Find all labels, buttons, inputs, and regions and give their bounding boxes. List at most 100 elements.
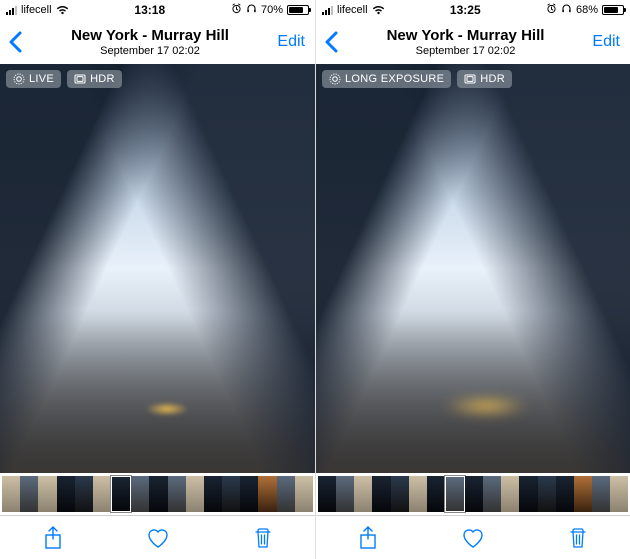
thumbnail[interactable]: [38, 476, 56, 512]
status-left: lifecell: [322, 4, 385, 16]
thumbnail[interactable]: [277, 476, 295, 512]
nav-bar: New York - Murray Hill September 17 02:0…: [0, 20, 315, 64]
hdr-badge[interactable]: HDR: [457, 70, 512, 88]
thumbnail[interactable]: [168, 476, 186, 512]
thumbnail[interactable]: [610, 476, 628, 512]
thumbnail[interactable]: [574, 476, 592, 512]
thumbnail[interactable]: [131, 476, 149, 512]
thumbnail[interactable]: [318, 476, 336, 512]
thumbnail[interactable]: [258, 476, 276, 512]
live-icon: [13, 73, 25, 85]
edit-button[interactable]: Edit: [592, 20, 620, 64]
toolbar: [316, 515, 630, 559]
favorite-button[interactable]: [453, 518, 493, 558]
carrier-label: lifecell: [337, 4, 368, 16]
headphones-icon: [561, 3, 572, 17]
thumbnail[interactable]: [391, 476, 409, 512]
thumbnails: [2, 476, 313, 512]
thumbnail-strip[interactable]: [0, 473, 315, 515]
status-bar: lifecell 13:18 70%: [0, 0, 315, 20]
thumbnail[interactable]: [57, 476, 75, 512]
alarm-icon: [546, 3, 557, 17]
thumbnail[interactable]: [556, 476, 574, 512]
favorite-button[interactable]: [138, 518, 178, 558]
live-icon: [329, 73, 341, 85]
long-exposure-badge[interactable]: LONG EXPOSURE: [322, 70, 451, 88]
thumbnail[interactable]: [427, 476, 445, 512]
photo: [316, 64, 630, 473]
carrier-label: lifecell: [21, 4, 52, 16]
clock: 13:25: [385, 3, 546, 17]
clock: 13:18: [69, 3, 231, 17]
nav-title: New York - Murray Hill: [40, 27, 260, 44]
status-right: 70%: [231, 3, 309, 17]
thumbnail[interactable]: [295, 476, 313, 512]
signal-icon: [6, 5, 17, 15]
photo-badges: LONG EXPOSURE HDR: [322, 70, 512, 88]
thumbnail[interactable]: [75, 476, 93, 512]
thumbnail-selected[interactable]: [445, 476, 465, 512]
live-badge-label: LIVE: [29, 73, 54, 85]
photo: [0, 64, 315, 473]
photo-badges: LIVE HDR: [6, 70, 122, 88]
battery-icon: [602, 5, 624, 15]
thumbnail[interactable]: [149, 476, 167, 512]
thumbnail[interactable]: [336, 476, 354, 512]
status-left: lifecell: [6, 4, 69, 16]
edit-button[interactable]: Edit: [277, 20, 305, 64]
thumbnail[interactable]: [240, 476, 258, 512]
wifi-icon: [372, 5, 385, 15]
battery-icon: [287, 5, 309, 15]
nav-title-group: New York - Murray Hill September 17 02:0…: [356, 27, 575, 57]
share-button[interactable]: [33, 518, 73, 558]
nav-subtitle: September 17 02:02: [356, 45, 575, 57]
delete-button[interactable]: [558, 518, 598, 558]
thumbnail[interactable]: [519, 476, 537, 512]
wifi-icon: [56, 5, 69, 15]
hdr-badge-label: HDR: [90, 73, 115, 85]
delete-button[interactable]: [243, 518, 283, 558]
thumbnail[interactable]: [409, 476, 427, 512]
hdr-icon: [74, 74, 86, 84]
hdr-badge-label: HDR: [480, 73, 505, 85]
photo-viewer[interactable]: LIVE HDR: [0, 64, 315, 473]
thumbnail-strip[interactable]: [316, 473, 630, 515]
signal-icon: [322, 5, 333, 15]
hdr-badge[interactable]: HDR: [67, 70, 122, 88]
thumbnail-selected[interactable]: [111, 476, 131, 512]
back-button[interactable]: [8, 20, 38, 64]
thumbnail[interactable]: [538, 476, 556, 512]
nav-title: New York - Murray Hill: [356, 27, 575, 44]
thumbnail[interactable]: [204, 476, 222, 512]
thumbnails: [318, 476, 628, 512]
thumbnail[interactable]: [222, 476, 240, 512]
thumbnail[interactable]: [483, 476, 501, 512]
thumbnail[interactable]: [186, 476, 204, 512]
battery-fill-right: [604, 7, 618, 13]
thumbnail[interactable]: [93, 476, 111, 512]
alarm-icon: [231, 3, 242, 17]
thumbnail[interactable]: [592, 476, 610, 512]
headphones-icon: [246, 3, 257, 17]
toolbar: [0, 515, 315, 559]
thumbnail[interactable]: [20, 476, 38, 512]
live-badge[interactable]: LIVE: [6, 70, 61, 88]
nav-title-group: New York - Murray Hill September 17 02:0…: [40, 27, 260, 57]
nav-subtitle: September 17 02:02: [40, 45, 260, 57]
status-right: 68%: [546, 3, 624, 17]
back-button[interactable]: [324, 20, 354, 64]
thumbnail[interactable]: [501, 476, 519, 512]
nav-bar: New York - Murray Hill September 17 02:0…: [316, 20, 630, 64]
battery-pct: 70%: [261, 4, 283, 16]
status-bar: lifecell 13:25 68%: [316, 0, 630, 20]
thumbnail[interactable]: [465, 476, 483, 512]
phone-right: lifecell 13:25 68% New York - Murray Hil…: [315, 0, 630, 559]
thumbnail[interactable]: [372, 476, 390, 512]
thumbnail[interactable]: [354, 476, 372, 512]
battery-pct: 68%: [576, 4, 598, 16]
phone-left: lifecell 13:18 70% New York - Murray Hil…: [0, 0, 315, 559]
thumbnail[interactable]: [2, 476, 20, 512]
hdr-icon: [464, 74, 476, 84]
photo-viewer[interactable]: LONG EXPOSURE HDR: [316, 64, 630, 473]
share-button[interactable]: [348, 518, 388, 558]
